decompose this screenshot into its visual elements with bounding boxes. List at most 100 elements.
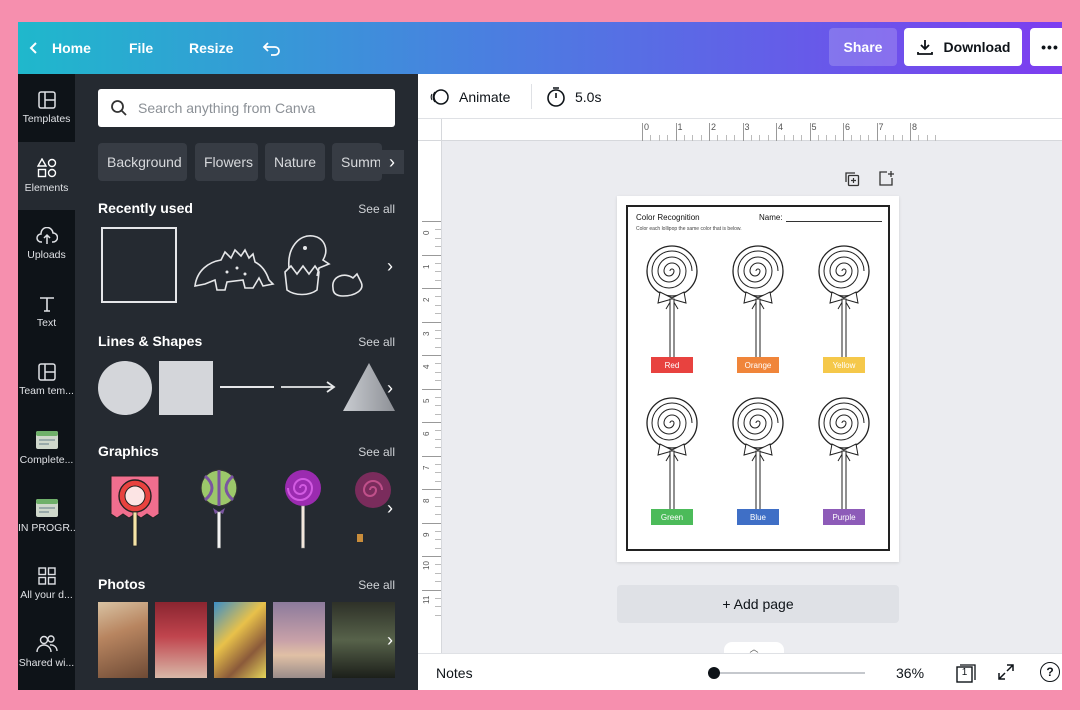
graphic-red-lollipop-candy[interactable] — [107, 470, 165, 548]
download-button[interactable]: Download — [904, 28, 1022, 66]
ruler-minor-tick — [767, 135, 769, 141]
home-label: Home — [52, 40, 91, 56]
ruler-minor-tick — [901, 135, 903, 141]
help-button[interactable]: ? — [1040, 662, 1060, 682]
animate-button[interactable]: Animate — [430, 74, 510, 119]
search-box[interactable] — [98, 89, 395, 127]
rail-label: Elements — [24, 182, 69, 194]
ruler-minor-tick — [435, 371, 441, 373]
home-button[interactable]: Home — [28, 22, 91, 74]
duplicate-icon — [845, 172, 860, 187]
chip-background[interactable]: Background — [98, 143, 187, 181]
photo-red-hands[interactable] — [155, 602, 207, 678]
resize-button[interactable]: Resize — [189, 22, 233, 74]
ruler-corner — [418, 119, 442, 141]
rail-item-shared-with-you[interactable]: Shared wi... — [18, 618, 75, 686]
notes-label: Notes — [436, 664, 473, 681]
lollipop-outline — [642, 243, 702, 363]
rail-item-templates[interactable]: Templates — [18, 74, 75, 142]
chip-label: Flowers — [204, 154, 254, 170]
rail-item-all-designs[interactable]: All your d... — [18, 550, 75, 618]
ruler-minor-tick — [658, 135, 660, 141]
add-page-button[interactable]: + Add page — [617, 585, 899, 623]
shape-circle[interactable] — [98, 361, 152, 415]
graphics-next-button[interactable]: › — [378, 496, 402, 520]
ruler-tick-label: 5 — [811, 122, 817, 132]
rail-item-in-progress-folder[interactable]: IN PROGR... — [18, 482, 75, 550]
shapes-next-button[interactable]: › — [378, 376, 402, 400]
ruler-minor-tick — [435, 296, 441, 298]
zoom-slider-handle[interactable] — [708, 667, 720, 679]
ruler-minor-tick — [667, 135, 669, 141]
color-label: Purple — [823, 509, 865, 525]
zoom-level[interactable]: 36% — [896, 654, 924, 690]
recent-hatching-dino-graphic[interactable] — [279, 228, 369, 300]
recent-stegosaurus-graphic[interactable] — [187, 234, 275, 294]
ruler-tick — [422, 288, 441, 289]
graphic-green-lollipop[interactable] — [197, 468, 241, 550]
ruler-minor-tick — [851, 135, 853, 141]
chevron-right-icon: › — [387, 377, 393, 398]
notes-button[interactable]: Notes — [436, 654, 473, 690]
ruler-tick-label: 1 — [422, 264, 431, 269]
ruler-minor-tick — [801, 135, 803, 141]
ruler-tick-label: 4 — [778, 122, 784, 132]
photos-next-button[interactable]: › — [378, 628, 402, 652]
ruler-tick — [422, 489, 441, 490]
chip-summer[interactable]: Summer — [332, 143, 382, 181]
grid-icon — [37, 567, 56, 585]
rail-item-completed-folder[interactable]: Complete... — [18, 414, 75, 482]
people-icon — [35, 635, 58, 653]
chip-flowers[interactable]: Flowers — [195, 143, 258, 181]
vertical-ruler[interactable]: 0 1 2 3 4 5 6 7 8 9 10 11 — [418, 141, 442, 653]
design-page[interactable]: Color Recognition Name: Color each lolli… — [617, 196, 899, 562]
shape-arrow-line[interactable] — [281, 378, 337, 396]
lines-shapes-see-all[interactable]: See all — [358, 335, 395, 349]
chip-nature[interactable]: Nature — [265, 143, 325, 181]
rail-item-text[interactable]: Text — [18, 278, 75, 346]
horizontal-ruler[interactable]: 0 1 2 3 4 5 6 7 8 — [442, 119, 1062, 141]
chevron-right-icon: › — [387, 497, 393, 518]
fullscreen-button[interactable] — [997, 663, 1015, 686]
recent-next-button[interactable]: › — [378, 254, 402, 278]
shape-line[interactable] — [220, 386, 274, 388]
lollipop-outline — [814, 395, 874, 515]
cloud-upload-icon — [35, 227, 58, 244]
more-options-button[interactable]: ••• — [1030, 28, 1062, 66]
rail-item-team-templates[interactable]: Team tem... — [18, 346, 75, 414]
graphics-see-all[interactable]: See all — [358, 445, 395, 459]
rail-item-elements[interactable]: Elements — [18, 142, 75, 210]
ruler-tick-label: 7 — [422, 465, 431, 470]
photo-woman-flowers[interactable] — [98, 602, 148, 678]
lollipop-icon — [285, 470, 321, 549]
ruler-minor-tick — [435, 530, 441, 532]
share-label: Share — [843, 39, 883, 55]
ruler-tick — [422, 321, 441, 323]
add-page-icon-button[interactable] — [878, 170, 894, 191]
file-menu-button[interactable]: File — [129, 22, 153, 74]
duplicate-page-button[interactable] — [844, 171, 860, 192]
search-input[interactable] — [138, 100, 378, 116]
recently-used-see-all[interactable]: See all — [358, 202, 395, 216]
ruler-minor-tick — [435, 229, 441, 231]
photo-smiling-woman[interactable] — [214, 602, 266, 678]
arrow-right-icon — [281, 381, 336, 393]
rail-item-uploads[interactable]: Uploads — [18, 210, 75, 278]
chips-next-button[interactable]: › — [380, 150, 404, 174]
download-label: Download — [943, 39, 1011, 55]
recent-square-outline[interactable] — [101, 227, 177, 303]
zoom-slider-track[interactable] — [708, 672, 865, 674]
search-icon — [111, 100, 127, 116]
ruler-tick — [422, 221, 441, 222]
resize-label: Resize — [189, 40, 234, 56]
shape-square[interactable] — [159, 361, 213, 415]
photo-beach-sunset[interactable] — [273, 602, 325, 678]
undo-button[interactable] — [262, 22, 282, 74]
page-count-button[interactable]: 1 — [956, 662, 977, 683]
photos-see-all[interactable]: See all — [358, 578, 395, 592]
graphic-purple-swirl-lollipop[interactable] — [281, 468, 325, 550]
dinosaur-icon — [194, 248, 275, 291]
share-button[interactable]: Share — [829, 28, 897, 66]
ruler-tick-label: 6 — [422, 431, 431, 436]
duration-button[interactable]: 5.0s — [546, 74, 601, 119]
